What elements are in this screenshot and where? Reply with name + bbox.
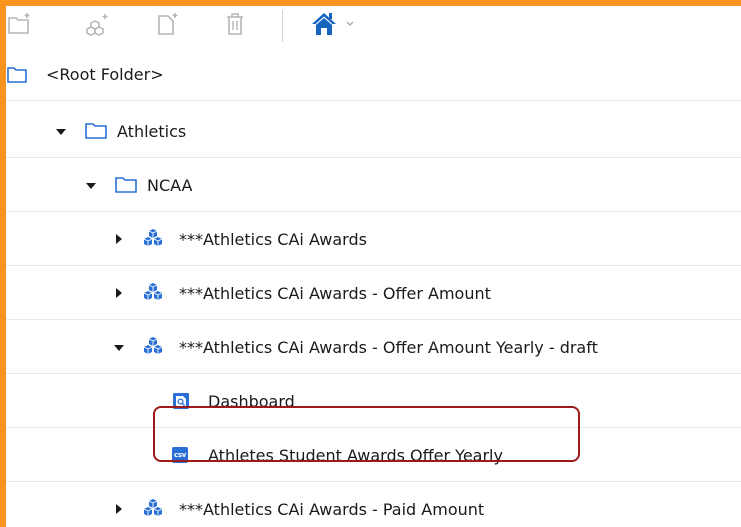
csv-badge: csv xyxy=(172,447,188,463)
tree-label: Athletes Student Awards Offer Yearly xyxy=(208,445,503,465)
toolbar xyxy=(0,6,741,48)
folder-icon xyxy=(84,120,108,140)
tree-label: Athletics xyxy=(117,121,187,141)
folder-icon xyxy=(6,64,28,84)
new-cube-button[interactable] xyxy=(80,6,114,42)
tree-row-cube[interactable]: ***Athletics CAi Awards - Offer Amount Y… xyxy=(6,321,741,374)
tree-row-csv[interactable]: csv Athletes Student Awards Offer Yearly xyxy=(6,429,741,482)
tree-row-dashboard[interactable]: Dashboard xyxy=(6,375,741,428)
expanded-caret-icon[interactable] xyxy=(84,179,98,193)
window-left-border xyxy=(0,0,6,527)
chevron-down-icon xyxy=(346,21,354,26)
tree-label: ***Athletics CAi Awards - Paid Amount xyxy=(179,499,485,519)
tree-row-root[interactable]: <Root Folder> xyxy=(6,48,741,101)
delete-button[interactable] xyxy=(218,6,252,42)
tree-row-cube[interactable]: ***Athletics CAi Awards xyxy=(6,213,741,266)
tree-label: ***Athletics CAi Awards xyxy=(179,229,367,249)
folder-icon xyxy=(114,174,138,194)
tree-label: NCAA xyxy=(147,175,193,195)
home-icon xyxy=(312,13,336,35)
new-folder-icon xyxy=(8,13,30,34)
tree-row-cube[interactable]: ***Athletics CAi Awards - Paid Amount xyxy=(6,483,741,527)
new-folder-button[interactable] xyxy=(2,6,36,42)
collapsed-caret-icon[interactable] xyxy=(112,502,126,516)
tree-row-cube[interactable]: ***Athletics CAi Awards - Offer Amount xyxy=(6,267,741,320)
dashboard-icon xyxy=(172,392,190,410)
home-dropdown-button[interactable] xyxy=(342,6,358,42)
delete-icon xyxy=(227,13,243,35)
collapsed-caret-icon[interactable] xyxy=(112,232,126,246)
tree-label: Dashboard xyxy=(208,391,295,411)
cube-icon xyxy=(142,498,164,518)
toolbar-separator xyxy=(282,10,283,42)
expanded-caret-icon[interactable] xyxy=(112,341,126,355)
expanded-caret-icon[interactable] xyxy=(54,125,68,139)
collapsed-caret-icon[interactable] xyxy=(112,286,126,300)
new-cube-icon xyxy=(86,14,108,36)
tree-row-ncaa[interactable]: NCAA xyxy=(6,159,741,212)
cube-icon xyxy=(142,282,164,302)
cube-icon xyxy=(142,228,164,248)
home-button[interactable] xyxy=(306,6,342,42)
new-document-button[interactable] xyxy=(150,6,184,42)
tree-label: ***Athletics CAi Awards - Offer Amount Y… xyxy=(179,337,598,357)
new-document-icon xyxy=(158,13,178,35)
cube-icon xyxy=(142,336,164,356)
tree-row-athletics[interactable]: Athletics xyxy=(6,105,741,158)
tree-label: ***Athletics CAi Awards - Offer Amount xyxy=(179,283,491,303)
csv-file-icon: csv xyxy=(172,447,188,463)
tree-label: <Root Folder> xyxy=(46,64,164,84)
